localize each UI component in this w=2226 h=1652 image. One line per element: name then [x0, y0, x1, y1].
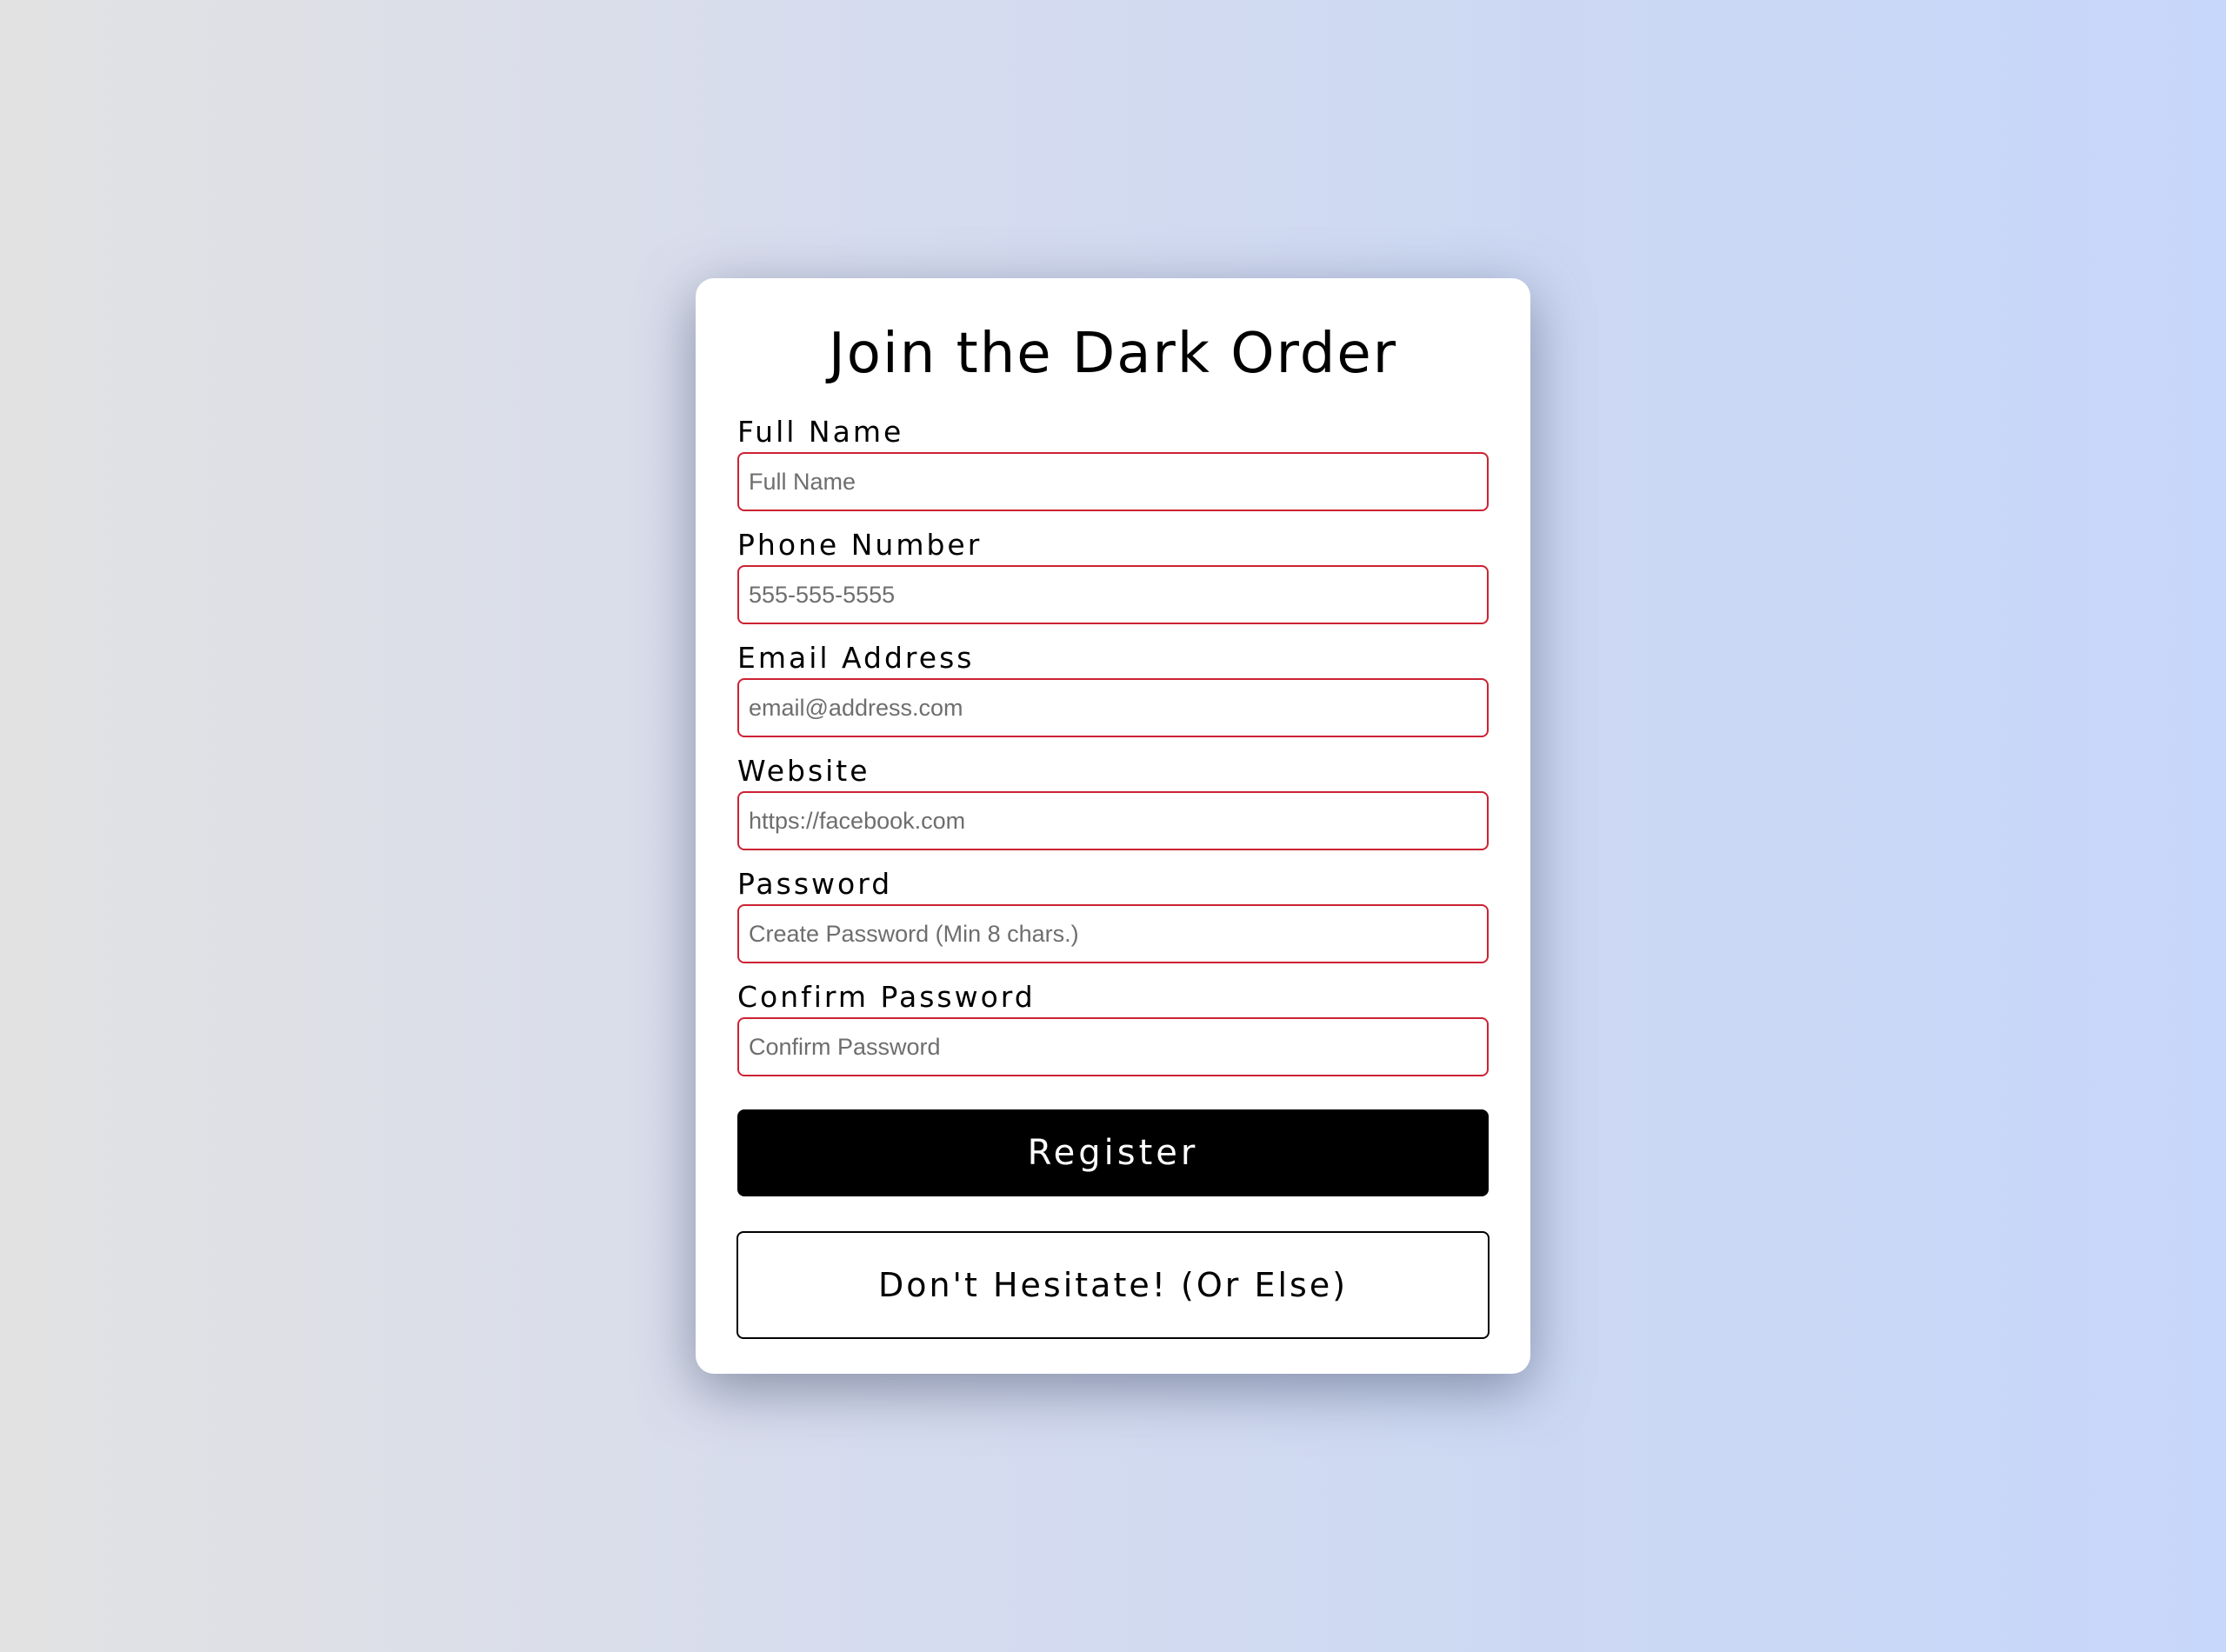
website-group: Website [737, 751, 1489, 864]
email-address-input[interactable] [737, 678, 1489, 737]
phone-number-group: Phone Number [737, 525, 1489, 638]
password-input[interactable] [737, 904, 1489, 963]
confirm-password-input[interactable] [737, 1017, 1489, 1076]
registration-card: Join the Dark Order Full Name Phone Numb… [696, 278, 1530, 1374]
phone-number-label: Phone Number [737, 528, 983, 562]
phone-number-input[interactable] [737, 565, 1489, 624]
confirm-password-label: Confirm Password [737, 980, 1036, 1014]
password-label: Password [737, 867, 893, 901]
register-button[interactable]: Register [737, 1109, 1489, 1196]
password-group: Password [737, 864, 1489, 977]
full-name-group: Full Name [737, 412, 1489, 525]
email-address-label: Email Address [737, 641, 975, 675]
website-label: Website [737, 754, 870, 788]
website-input[interactable] [737, 791, 1489, 850]
dont-hesitate-button[interactable]: Don't Hesitate! (Or Else) [736, 1231, 1490, 1339]
email-address-group: Email Address [737, 638, 1489, 751]
form-title: Join the Dark Order [828, 322, 1398, 386]
full-name-label: Full Name [737, 415, 904, 449]
confirm-password-group: Confirm Password [737, 977, 1489, 1090]
full-name-input[interactable] [737, 452, 1489, 511]
